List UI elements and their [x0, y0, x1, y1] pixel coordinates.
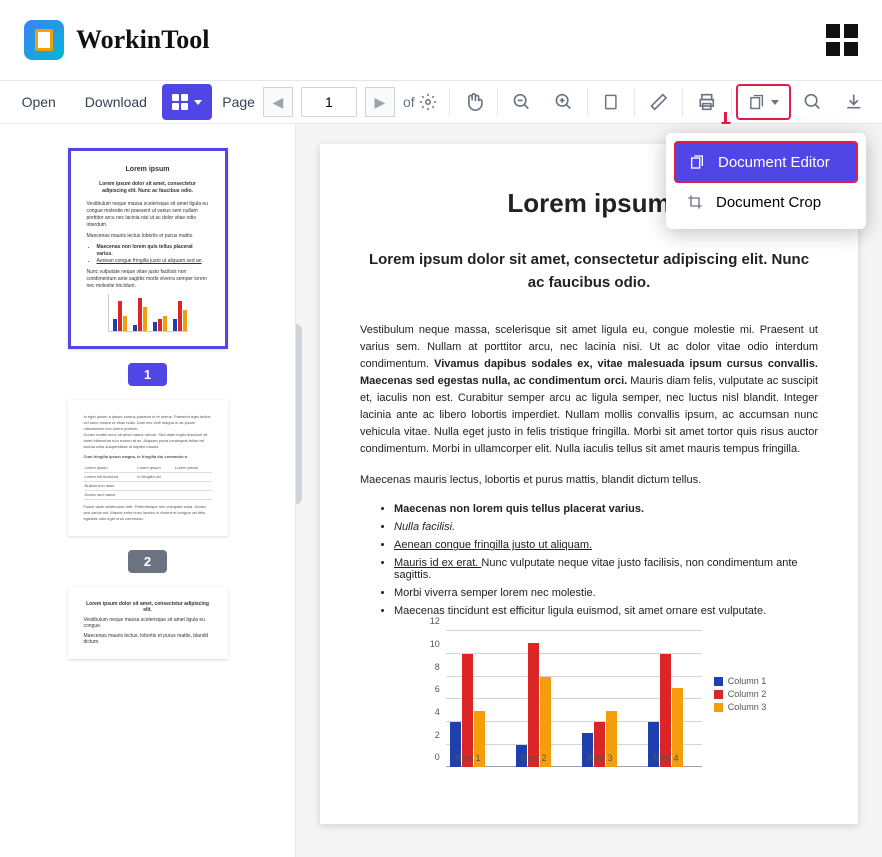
grid-icon	[172, 94, 188, 110]
doc-lead: Lorem ipsum dolor sit amet, consectetur …	[360, 249, 818, 294]
page-input[interactable]	[301, 87, 357, 117]
brand: WorkinTool	[24, 20, 209, 60]
crop-icon	[686, 193, 704, 211]
of-label: of	[403, 93, 437, 111]
download-button[interactable]: Download	[71, 84, 160, 120]
page-label: Page	[222, 94, 255, 110]
page-number-badge-2: 2	[128, 550, 167, 573]
list-item: Nulla facilisi.	[394, 521, 818, 533]
document-editor-option[interactable]: Document Editor	[674, 141, 858, 183]
page-number-badge-1: 1	[128, 363, 167, 386]
main-area: Lorem ipsum Lorem ipsum dolor sit amet, …	[0, 124, 882, 857]
list-item: Maecenas tincidunt est efficitur ligula …	[394, 605, 818, 617]
page-thumbnail-2[interactable]: In eget ipsum a ipsum cursus placerat ut…	[68, 400, 228, 536]
page-thumbnail-3[interactable]: Lorem ipsum dolor sit amet, consectetur …	[68, 587, 228, 659]
open-button[interactable]: Open	[8, 84, 69, 120]
list-item: Mauris id ex erat. Nunc vulputate neque …	[394, 557, 818, 581]
document-viewport[interactable]: Lorem ipsum Lorem ipsum dolor sit amet, …	[296, 124, 882, 857]
bar-chart: 024681012Row 1Row 2Row 3Row 4	[412, 631, 702, 791]
brand-icon	[24, 20, 64, 60]
search-button[interactable]	[793, 84, 833, 120]
chevron-down-icon	[194, 100, 202, 105]
view-mode-button[interactable]	[162, 84, 212, 120]
document-crop-option[interactable]: Document Crop	[674, 183, 858, 221]
chart-legend: Column 1 Column 2 Column 3	[714, 631, 767, 791]
edit-tool-button[interactable]	[639, 84, 679, 120]
toolbar: Open Download Page ◀ ▶ of	[0, 80, 882, 124]
dropdown-label: Document Editor	[718, 154, 830, 171]
page-nav: Page ◀ ▶ of	[222, 87, 436, 117]
apps-grid-icon[interactable]	[826, 24, 858, 56]
list-item: Morbi viverra semper lorem nec molestie.	[394, 587, 818, 599]
brand-name: WorkinTool	[76, 25, 209, 55]
next-page-button[interactable]: ▶	[365, 87, 395, 117]
doc-list: Maecenas non lorem quis tellus placerat …	[394, 503, 818, 617]
zoom-in-button[interactable]	[544, 84, 584, 120]
mini-chart	[108, 294, 188, 332]
app-header: WorkinTool	[0, 0, 882, 80]
page-thumbnail-1[interactable]: Lorem ipsum Lorem ipsum dolor sit amet, …	[68, 148, 228, 349]
hand-tool-button[interactable]	[454, 84, 494, 120]
document-tools-button[interactable]	[736, 84, 791, 120]
print-button[interactable]	[687, 84, 727, 120]
list-item: Maecenas non lorem quis tellus placerat …	[394, 503, 818, 515]
prev-page-button[interactable]: ◀	[263, 87, 293, 117]
fit-page-button[interactable]	[592, 84, 630, 120]
zoom-out-button[interactable]	[502, 84, 542, 120]
chevron-down-icon	[771, 100, 779, 105]
thumbnail-sidebar: Lorem ipsum Lorem ipsum dolor sit amet, …	[0, 124, 296, 857]
document-page: Lorem ipsum Lorem ipsum dolor sit amet, …	[320, 144, 858, 824]
doc-paragraph: Vestibulum neque massa, scelerisque sit …	[360, 322, 818, 458]
list-item: Aenean congue fringilla justo ut aliquam…	[394, 539, 818, 551]
doc-paragraph: Maecenas mauris lectus, lobortis et puru…	[360, 472, 818, 489]
document-tools-dropdown: Document Editor Document Crop	[666, 133, 866, 229]
download-icon-button[interactable]	[834, 84, 874, 120]
splitter-handle[interactable]	[296, 324, 302, 504]
pages-icon	[748, 92, 765, 112]
chart-container: 024681012Row 1Row 2Row 3Row 4 Column 1 C…	[360, 631, 818, 791]
dropdown-label: Document Crop	[716, 194, 821, 211]
pages-icon	[688, 153, 706, 171]
gear-icon	[419, 93, 437, 111]
